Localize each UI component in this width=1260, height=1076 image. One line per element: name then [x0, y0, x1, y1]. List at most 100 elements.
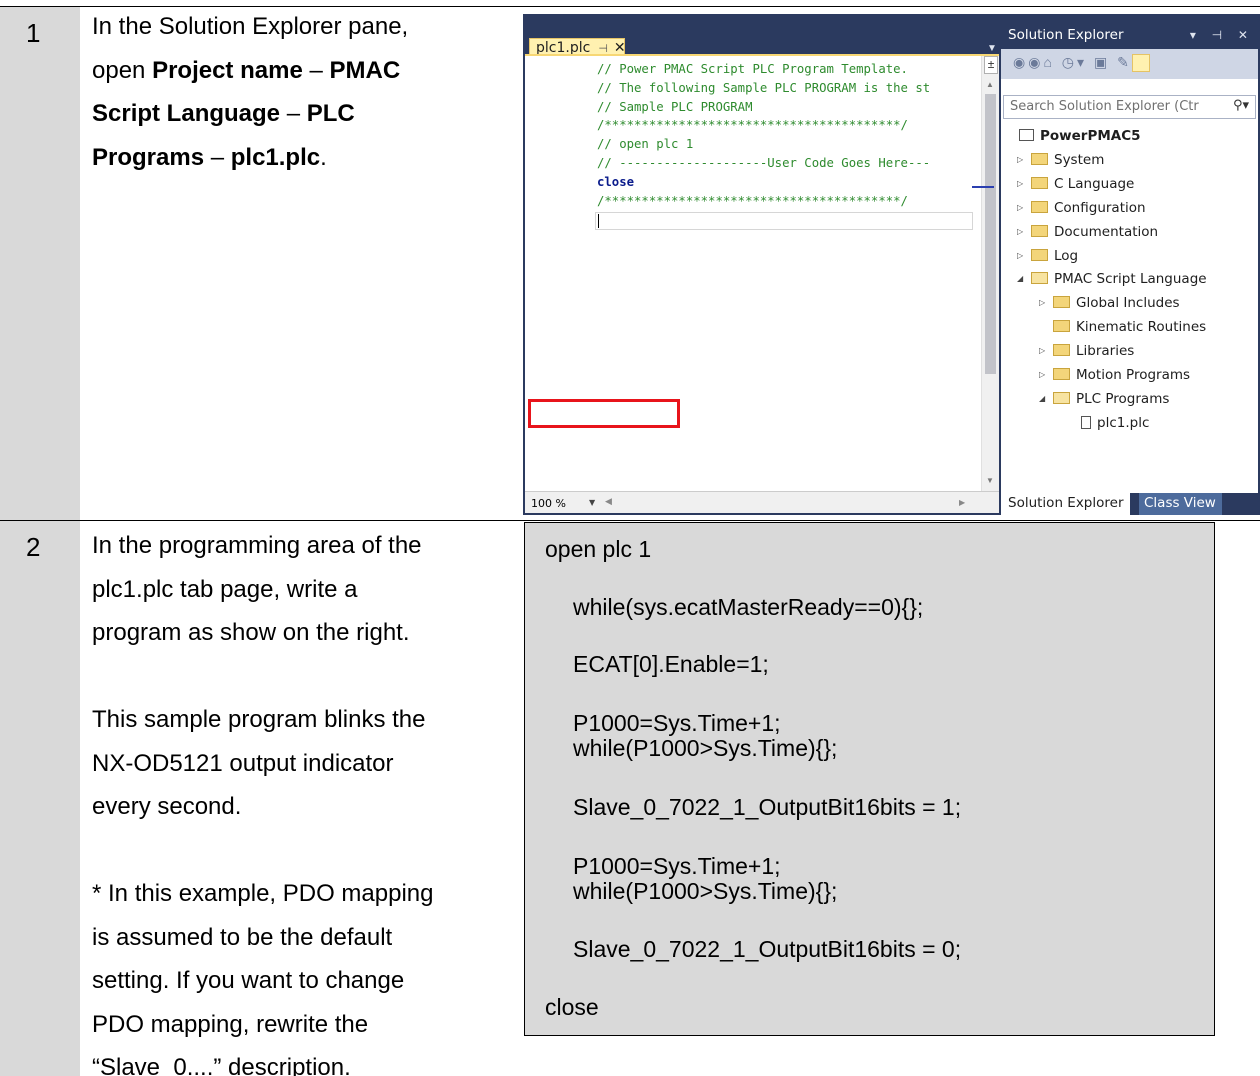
open-folder-icon: [1031, 272, 1048, 285]
scroll-left-icon[interactable]: ◀: [605, 497, 612, 507]
tree-item[interactable]: ▷ Motion Programs: [1039, 364, 1190, 386]
folder-icon: [1031, 248, 1048, 261]
desc-line: open Project name – PMAC: [92, 56, 401, 84]
solution-icon: [1019, 129, 1034, 141]
desc-line: setting. If you want to change: [92, 967, 405, 994]
tab-class-view[interactable]: Class View: [1139, 493, 1222, 515]
collapsed-arrow-icon[interactable]: ▷: [1017, 197, 1031, 219]
desc-line: * In this example, PDO mapping: [92, 880, 434, 907]
home-icon[interactable]: ⌂: [1043, 54, 1054, 70]
tree-item[interactable]: ◢ PMAC Script Language: [1017, 268, 1207, 290]
tree-item-label: PowerPMAC5: [1040, 128, 1141, 144]
desc-line: In the programming area of the: [92, 532, 422, 559]
desc-line: NX-OD5121 output indicator: [92, 749, 394, 777]
tree-item[interactable]: ▷ Libraries: [1039, 340, 1134, 362]
editor-vertical-scrollbar[interactable]: ± ▲ ▼: [981, 56, 999, 493]
step-number-column: [0, 521, 80, 1076]
step-2-description: In the programming area of the plc1.plc t…: [92, 524, 502, 1076]
row-divider: [0, 520, 1260, 521]
folder-icon: [1053, 320, 1070, 333]
tree-item[interactable]: ▷ Configuration: [1017, 197, 1146, 219]
preview-toggle-icon[interactable]: [1131, 54, 1150, 73]
history-icon[interactable]: ◷▾: [1062, 54, 1087, 70]
expanded-arrow-icon[interactable]: ◢: [1039, 388, 1053, 410]
file-icon: [1081, 415, 1091, 429]
tree-item-label: C Language: [1054, 175, 1135, 192]
collapse-icon[interactable]: ▣: [1094, 54, 1110, 70]
search-input[interactable]: Search Solution Explorer (Ctr ⚲▾: [1003, 95, 1256, 119]
back-icon[interactable]: ◉: [1013, 54, 1028, 70]
forward-icon[interactable]: ◉: [1028, 54, 1043, 70]
tree-item-label: PLC Programs: [1076, 390, 1170, 407]
tree-item-label: Log: [1054, 247, 1079, 264]
folder-icon: [1031, 224, 1048, 237]
desc-line: [92, 655, 502, 699]
desc-line: [92, 829, 502, 873]
expanded-arrow-icon[interactable]: ◢: [1017, 268, 1031, 290]
zoom-level[interactable]: 100 %: [531, 497, 566, 510]
solution-explorer-toolbar: ◉◉⌂ ◷▾ ▣ ✎: [1001, 49, 1258, 79]
desc-line: Programs – plc1.plc.: [92, 143, 327, 171]
program-line: open plc 1: [545, 536, 652, 562]
program-line: while(P1000>Sys.Time){};: [573, 878, 838, 904]
tab-solution-explorer[interactable]: Solution Explorer: [1001, 493, 1130, 515]
pane-controls-icon[interactable]: ▾ ⊣ ✕: [1190, 23, 1254, 47]
properties-icon[interactable]: ✎: [1117, 54, 1132, 70]
desc-line: Script Language – PLC: [92, 100, 355, 127]
program-line: Slave_0_7022_1_OutputBit16bits = 1;: [573, 794, 962, 820]
collapsed-arrow-icon[interactable]: ▷: [1017, 173, 1031, 195]
open-folder-icon: [1053, 391, 1070, 404]
scroll-up-icon[interactable]: ▲: [986, 80, 994, 89]
tree-item[interactable]: Kinematic Routines: [1039, 316, 1206, 338]
solution-explorer-title: Solution Explorer ▾ ⊣ ✕: [1001, 23, 1258, 47]
desc-line: PDO mapping, rewrite the: [92, 1010, 369, 1038]
tree-item[interactable]: ▷ C Language: [1017, 173, 1134, 195]
scroll-thumb[interactable]: [985, 94, 996, 374]
code-line: /***************************************…: [597, 118, 908, 133]
zoom-dropdown-icon[interactable]: ▼: [589, 498, 595, 507]
step-number: 1: [26, 18, 41, 48]
solution-explorer-body: ◉◉⌂ ◷▾ ▣ ✎ Search Solution Explorer (Ctr…: [1001, 49, 1258, 514]
editor-status-bar: 100 % ▼ ◀ ▶: [525, 491, 999, 513]
solution-explorer-pane: Solution Explorer ▾ ⊣ ✕ ◉◉⌂ ◷▾ ▣ ✎ Searc…: [1001, 18, 1258, 515]
split-icon[interactable]: ±: [984, 56, 998, 74]
tree-item-label: plc1.plc: [1097, 414, 1150, 431]
folder-icon: [1053, 344, 1070, 357]
scroll-down-icon[interactable]: ▼: [986, 476, 994, 485]
folder-icon: [1031, 176, 1048, 189]
editor-margin-marker: [972, 186, 994, 188]
tree-item-label: Documentation: [1054, 223, 1159, 240]
step-1-description: In the Solution Explorer pane, open Proj…: [92, 5, 502, 179]
step-number-column: [0, 7, 80, 520]
tree-item[interactable]: ▷ Log: [1017, 245, 1078, 267]
tree-item[interactable]: ▷ Global Includes: [1039, 292, 1180, 314]
collapsed-arrow-icon[interactable]: ▷: [1039, 292, 1053, 314]
collapsed-arrow-icon[interactable]: ▷: [1017, 149, 1031, 171]
code-line: /***************************************…: [597, 193, 908, 208]
editor-code[interactable]: // Power PMAC Script PLC Program Templat…: [597, 60, 977, 210]
collapsed-arrow-icon[interactable]: ▷: [1017, 245, 1031, 267]
code-line: // --------------------User Code Goes He…: [597, 155, 931, 170]
code-line: // Sample PLC PROGRAM: [597, 99, 753, 114]
search-icon[interactable]: ⚲▾: [1233, 98, 1249, 113]
tree-item[interactable]: PowerPMAC5: [1019, 125, 1141, 147]
program-line: close: [545, 994, 599, 1020]
desc-line: In the Solution Explorer pane,: [92, 13, 409, 40]
scroll-right-icon[interactable]: ▶: [959, 498, 965, 507]
text-caret: [598, 214, 599, 228]
step-number: 2: [26, 532, 41, 562]
collapsed-arrow-icon[interactable]: ▷: [1039, 340, 1053, 362]
current-line-highlight: [595, 212, 973, 230]
tree-item[interactable]: ▷ Documentation: [1017, 221, 1158, 243]
tree-item[interactable]: ◢ PLC Programs: [1039, 388, 1169, 410]
tree-item[interactable]: ▷ System: [1017, 149, 1104, 171]
collapsed-arrow-icon[interactable]: ▷: [1017, 221, 1031, 243]
tree-item-label: System: [1054, 151, 1105, 168]
tree-item[interactable]: plc1.plc: [1081, 412, 1149, 434]
desc-line: is assumed to be the default: [92, 923, 393, 951]
tab-dropdown-icon[interactable]: ▼: [987, 43, 997, 54]
program-line: while(sys.ecatMasterReady==0){};: [573, 594, 924, 620]
program-line: ECAT[0].Enable=1;: [573, 651, 769, 677]
collapsed-arrow-icon[interactable]: ▷: [1039, 364, 1053, 386]
program-code-box: open plc 1 while(sys.ecatMasterReady==0){…: [524, 522, 1215, 1036]
